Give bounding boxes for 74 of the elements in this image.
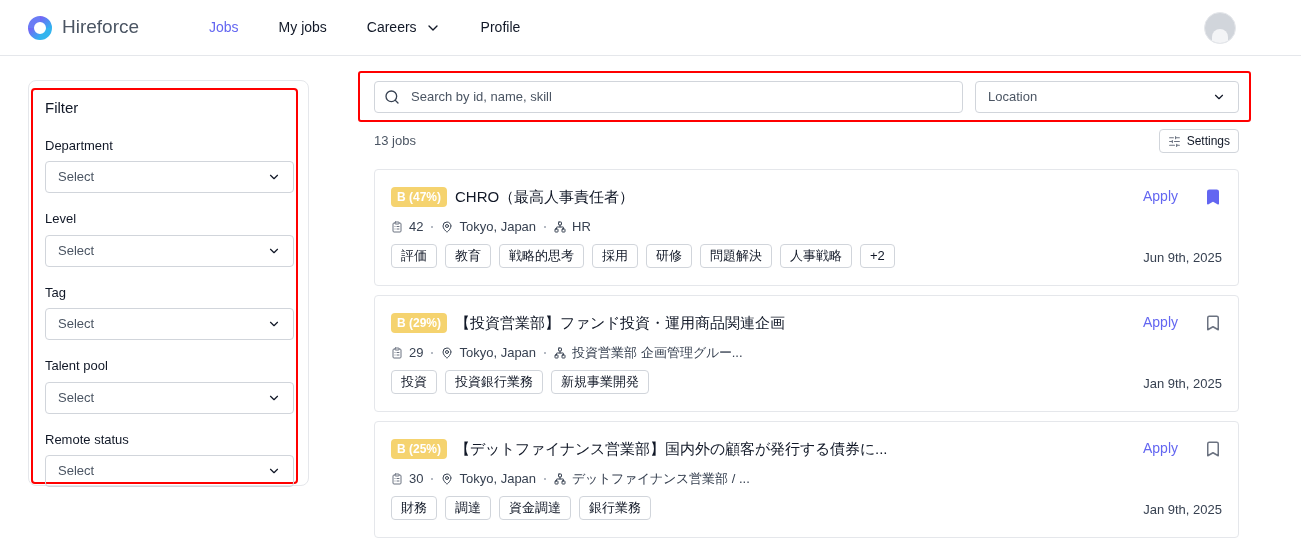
job-card[interactable]: B (47%) CHRO（最高人事責任者） 42 Tokyo, Japan HR 評価 教育 戦略的思考 採用 研修 問題解決 人事戦略 +2 Apply Jun 9th, 2025 bbox=[374, 169, 1239, 286]
skill-tag: 教育 bbox=[445, 243, 491, 268]
applicant-count: 30 bbox=[409, 470, 424, 488]
search-field[interactable]: Search by id, name, skill bbox=[374, 80, 963, 113]
bookmark-icon[interactable] bbox=[1204, 313, 1222, 332]
filter-label: Department bbox=[45, 136, 114, 155]
select-field[interactable]: Select bbox=[45, 234, 294, 267]
skill-tag: 銀行業務 bbox=[579, 495, 651, 520]
select-field[interactable]: Select bbox=[45, 308, 294, 340]
select-field[interactable]: Select bbox=[45, 381, 294, 414]
skill-tag: 評価 bbox=[391, 243, 437, 268]
filter-label: Talent pool bbox=[45, 357, 109, 375]
clipboard-icon bbox=[391, 220, 403, 233]
skill-tag: 問題解決 bbox=[700, 243, 772, 268]
match-badge: B (29%) bbox=[391, 313, 447, 333]
search-icon bbox=[384, 88, 400, 105]
job-date: Jun 9th, 2025 bbox=[1143, 248, 1222, 267]
skill-tag: +2 bbox=[860, 243, 895, 268]
settings-button[interactable]: Settings bbox=[1158, 129, 1239, 153]
skill-tag: 投資 bbox=[391, 369, 437, 394]
filter-label: Level bbox=[45, 210, 78, 228]
nav-link[interactable]: My jobs bbox=[278, 17, 327, 38]
job-title[interactable]: 【投資営業部】ファンド投資・運用商品関連企画 bbox=[455, 311, 785, 335]
skill-tag: 新規事業開発 bbox=[551, 369, 649, 394]
location-select[interactable]: Location bbox=[975, 80, 1239, 113]
skill-tag: 調達 bbox=[445, 495, 491, 520]
skill-tag: 採用 bbox=[592, 243, 638, 268]
job-title[interactable]: 【デットファイナンス営業部】国内外の顧客が発行する債券に... bbox=[455, 437, 888, 461]
skill-tag: 投資銀行業務 bbox=[445, 369, 543, 394]
skill-tag: 人事戦略 bbox=[780, 243, 852, 268]
skill-tag: 研修 bbox=[646, 243, 692, 268]
clipboard-icon bbox=[391, 346, 403, 359]
job-location: Tokyo, Japan bbox=[459, 470, 537, 488]
select-field[interactable]: Select bbox=[45, 455, 294, 487]
job-department: HR bbox=[572, 218, 591, 236]
apply-link[interactable]: Apply bbox=[1142, 186, 1178, 207]
brand-name: Hireforce bbox=[62, 15, 140, 40]
select-field[interactable]: Select bbox=[45, 161, 294, 193]
org-chart-icon bbox=[554, 472, 567, 485]
job-department: デットファイナンス営業部 / ... bbox=[572, 470, 750, 488]
bookmark-icon[interactable] bbox=[1204, 187, 1222, 206]
org-chart-icon bbox=[554, 346, 567, 359]
job-card[interactable]: B (29%) 【投資営業部】ファンド投資・運用商品関連企画 29 Tokyo, Japan 投資営業部 企画管理グルー... 投資 投資銀行業務 新規事業開発 Apply Jan 9th, 2025 bbox=[374, 295, 1239, 412]
skill-tag: 資金調達 bbox=[499, 495, 571, 520]
apply-link[interactable]: Apply bbox=[1142, 438, 1178, 459]
job-location: Tokyo, Japan bbox=[459, 218, 537, 236]
job-count: 13 jobs bbox=[374, 132, 416, 151]
applicant-count: 42 bbox=[409, 218, 424, 236]
filter-label: Tag bbox=[45, 283, 67, 302]
job-department: 投資営業部 企画管理グルー... bbox=[572, 344, 743, 362]
org-chart-icon bbox=[554, 220, 567, 233]
filter-label: Remote status bbox=[45, 430, 130, 449]
clipboard-icon bbox=[391, 472, 403, 485]
nav-link[interactable]: Profile bbox=[480, 17, 521, 38]
job-location: Tokyo, Japan bbox=[459, 344, 537, 362]
sliders-icon bbox=[1167, 134, 1181, 148]
job-title[interactable]: CHRO（最高人事責任者） bbox=[455, 185, 635, 209]
match-badge: B (25%) bbox=[391, 439, 447, 459]
nav-link[interactable]: Jobs bbox=[209, 17, 239, 38]
map-pin-icon bbox=[441, 472, 454, 485]
job-date: Jan 9th, 2025 bbox=[1143, 500, 1222, 519]
skill-tag: 戦略的思考 bbox=[499, 243, 584, 268]
map-pin-icon bbox=[441, 220, 454, 233]
filter-title: Filter bbox=[45, 98, 80, 118]
job-date: Jan 9th, 2025 bbox=[1143, 374, 1222, 393]
skill-tag: 財務 bbox=[391, 495, 437, 520]
nav-link[interactable]: Careers bbox=[366, 17, 441, 38]
map-pin-icon bbox=[441, 346, 454, 359]
logo-icon bbox=[26, 13, 54, 42]
bookmark-icon[interactable] bbox=[1204, 439, 1222, 458]
applicant-count: 29 bbox=[409, 344, 424, 362]
apply-link[interactable]: Apply bbox=[1142, 312, 1178, 333]
job-card[interactable]: B (25%) 【デットファイナンス営業部】国内外の顧客が発行する債券に... 30 Tokyo, Japan デットファイナンス営業部 / ... 財務 調達 資金調達 銀行業務 Apply Jan 9th, 2025 bbox=[374, 421, 1239, 538]
match-badge: B (47%) bbox=[391, 187, 447, 207]
